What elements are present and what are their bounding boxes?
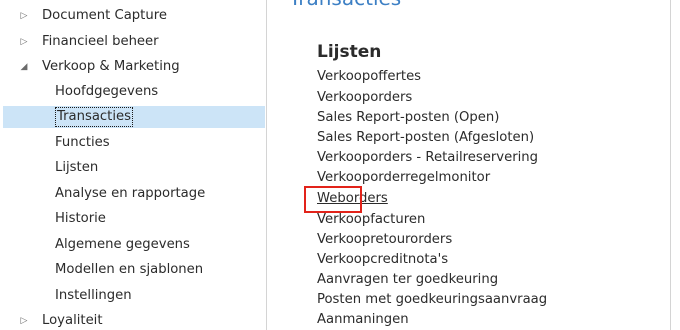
navigation-tree: ▷ Document Capture ▷ Financieel beheer ◢… bbox=[0, 0, 267, 330]
link-weborders[interactable]: Weborders bbox=[317, 189, 388, 209]
link-verkoopcreditnotas[interactable]: Verkoopcreditnota's bbox=[317, 250, 448, 270]
nav-item-label: Algemene gegevens bbox=[55, 237, 190, 252]
nav-item-label: Document Capture bbox=[42, 8, 167, 23]
nav-item-label: Lijsten bbox=[55, 160, 99, 175]
nav-item-label: Loyaliteit bbox=[42, 313, 103, 328]
content-pane: Transacties Lijsten Verkoopoffertes Verk… bbox=[267, 0, 669, 330]
nav-item-label: Functies bbox=[55, 135, 110, 150]
nav-item-label: Analyse en rapportage bbox=[55, 186, 206, 201]
pane-border bbox=[670, 0, 671, 330]
section-title-lijsten: Lijsten bbox=[317, 42, 382, 62]
link-verkooporders[interactable]: Verkooporders bbox=[317, 88, 412, 108]
link-verkooporders-retailreservering[interactable]: Verkooporders - Retailreservering bbox=[317, 148, 538, 168]
page-title: Transacties bbox=[289, 0, 401, 10]
collapse-icon[interactable]: ◢ bbox=[18, 56, 30, 78]
link-sales-report-posten-afgesloten[interactable]: Sales Report-posten (Afgesloten) bbox=[317, 128, 534, 148]
nav-item-label: Financieel beheer bbox=[42, 34, 159, 49]
link-sales-report-posten-open[interactable]: Sales Report-posten (Open) bbox=[317, 108, 499, 128]
expand-icon[interactable]: ▷ bbox=[18, 310, 30, 330]
nav-item-transacties[interactable]: Transacties bbox=[3, 106, 265, 128]
link-aanmaningen[interactable]: Aanmaningen bbox=[317, 310, 409, 330]
link-verkoopfacturen[interactable]: Verkoopfacturen bbox=[317, 210, 425, 230]
link-verkooporderregelmonitor[interactable]: Verkooporderregelmonitor bbox=[317, 168, 490, 188]
link-posten-met-goedkeuringsaanvraag[interactable]: Posten met goedkeuringsaanvraag bbox=[317, 290, 547, 310]
nav-item-label: Historie bbox=[55, 211, 106, 226]
nav-item-label: Instellingen bbox=[55, 288, 132, 303]
link-verkoopretourorders[interactable]: Verkoopretourorders bbox=[317, 230, 452, 250]
link-verkoopoffertes[interactable]: Verkoopoffertes bbox=[317, 67, 421, 87]
nav-item-label: Verkoop & Marketing bbox=[42, 59, 180, 74]
nav-item-label: Hoofdgegevens bbox=[55, 84, 159, 99]
expand-icon[interactable]: ▷ bbox=[18, 31, 30, 53]
expand-icon[interactable]: ▷ bbox=[18, 5, 30, 27]
nav-item-label: Transacties bbox=[55, 107, 133, 127]
link-aanvragen-ter-goedkeuring[interactable]: Aanvragen ter goedkeuring bbox=[317, 270, 498, 290]
application-window: ▷ Document Capture ▷ Financieel beheer ◢… bbox=[0, 0, 680, 330]
nav-item-label: Modellen en sjablonen bbox=[55, 262, 204, 277]
